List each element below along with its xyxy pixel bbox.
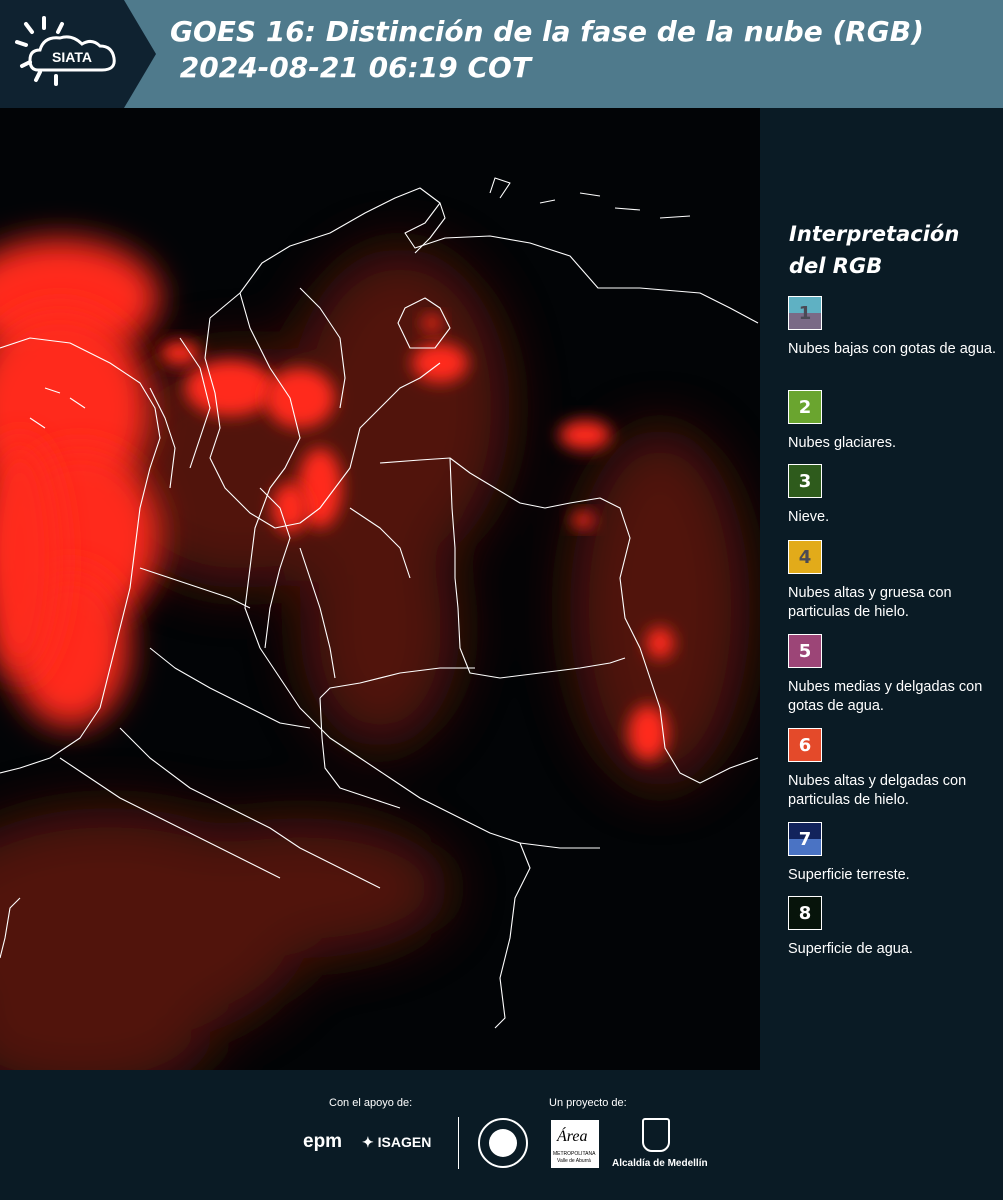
legend-number-4: 4 <box>798 547 812 568</box>
isagen-star-icon: ✦ <box>362 1134 378 1150</box>
legend-label-8: Superficie de agua. <box>788 941 913 957</box>
area-logo-subtitle-2: Valle de Aburrá <box>557 1158 591 1164</box>
legend-number-3: 3 <box>798 471 812 492</box>
footer-divider <box>458 1117 459 1169</box>
legend-title: Interpretación del RGB <box>789 222 960 278</box>
legend-swatch-4: 4 <box>788 540 822 574</box>
legend-swatch-5: 5 <box>788 634 822 668</box>
medellin-seal-icon[interactable] <box>478 1118 528 1168</box>
legend-number-6: 6 <box>798 735 812 756</box>
legend-number-1: 1 <box>798 303 812 324</box>
legend-label-1: Nubes bajas con gotas de agua. <box>788 341 996 357</box>
header-band: SIATA GOES 16: Distinción de la fase de … <box>0 0 1003 108</box>
legend-panel: Interpretación del RGB 1 Nubes bajas con … <box>760 108 1003 1070</box>
legend-label-5: Nubes medias y delgadas con gotas de agu… <box>788 679 983 714</box>
legend-swatch-1: 1 <box>788 296 822 330</box>
footer: Con el apoyo de: Un proyecto de: epm ✦ I… <box>0 1070 1003 1200</box>
isagen-logo-text: ISAGEN <box>377 1134 432 1150</box>
legend-swatch-8: 8 <box>788 896 822 930</box>
legend-number-5: 5 <box>798 641 812 662</box>
legend-number-8: 8 <box>798 903 812 924</box>
satellite-map[interactable] <box>0 108 760 1070</box>
legend-swatch-3: 3 <box>788 464 822 498</box>
legend-label-6: Nubes altas y delgadas con particulas de… <box>788 773 967 808</box>
page-title: GOES 16: Distinción de la fase de la nub… <box>170 14 924 86</box>
support-label: Con el apoyo de: <box>329 1097 413 1109</box>
area-logo-subtitle: METROPOLITANA <box>553 1151 596 1157</box>
epm-logo[interactable]: epm <box>303 1131 342 1153</box>
area-logo-text: Área <box>557 1128 588 1145</box>
isagen-logo[interactable]: ✦ ISAGEN <box>362 1134 431 1151</box>
project-label: Un proyecto de: <box>549 1097 627 1109</box>
legend-label-2: Nubes glaciares. <box>788 435 896 451</box>
siata-logo-text: SIATA <box>52 49 92 65</box>
title-line-1: GOES 16: Distinción de la fase de la nub… <box>170 15 924 48</box>
alcaldia-shield-icon <box>642 1118 670 1152</box>
legend-label-7: Superficie terreste. <box>788 867 910 883</box>
legend-number-7: 7 <box>798 829 812 850</box>
area-metropolitana-logo[interactable]: Área METROPOLITANA Valle de Aburrá <box>551 1120 599 1168</box>
legend-swatch-7: 7 <box>788 822 822 856</box>
legend-label-3: Nieve. <box>788 509 830 525</box>
alcaldia-logo-text[interactable]: Alcaldía de Medellín <box>612 1158 708 1169</box>
epm-logo-text: epm <box>303 1131 343 1152</box>
legend-label-4: Nubes altas y gruesa con particulas de h… <box>788 585 952 620</box>
siata-logo-band: SIATA <box>0 0 158 108</box>
title-line-2: 2024-08-21 06:19 COT <box>170 51 531 84</box>
legend-number-2: 2 <box>798 397 812 418</box>
legend-swatch-6: 6 <box>788 728 822 762</box>
legend-swatch-2: 2 <box>788 390 822 424</box>
